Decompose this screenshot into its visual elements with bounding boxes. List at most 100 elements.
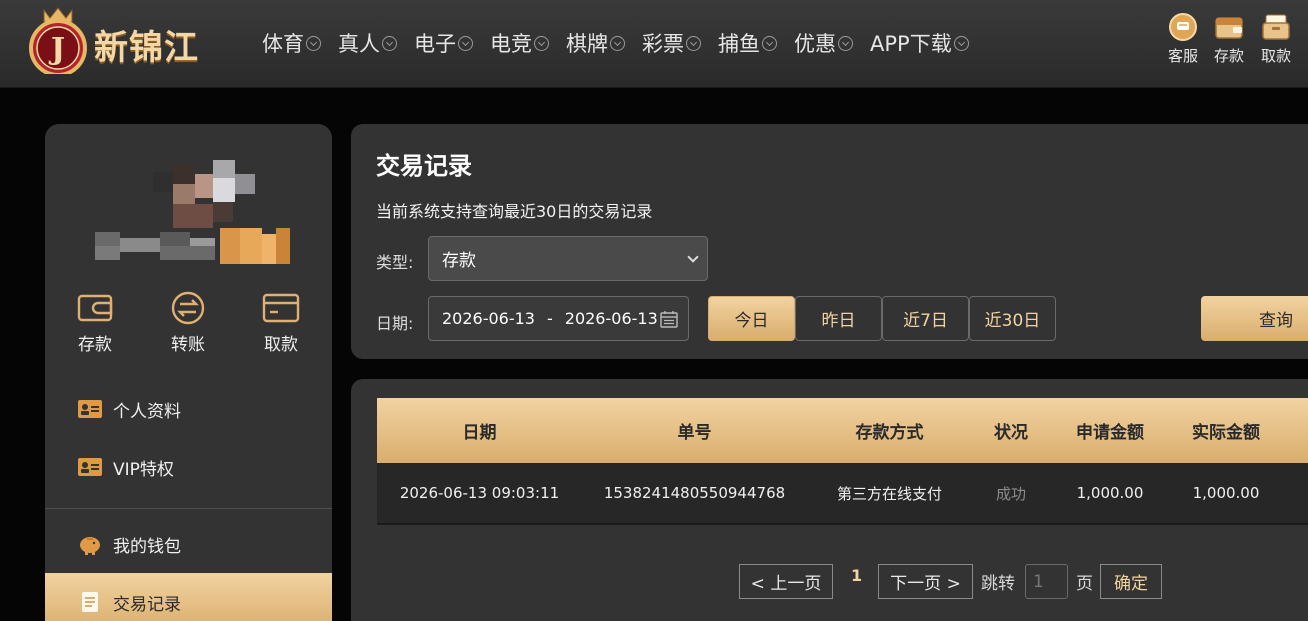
nav-label: 电竞: [490, 32, 532, 56]
chevron-down-icon: [382, 35, 397, 51]
nav-label: 体育: [262, 32, 304, 56]
sidebar-withdraw-label: 取款: [264, 335, 298, 355]
jump-label: 跳转: [981, 574, 1015, 594]
table-row: 2026-06-13 09:03:11 1538241480550944768 …: [377, 463, 1308, 525]
nav-item-promotions[interactable]: 优惠: [794, 28, 853, 58]
jump-page-input[interactable]: 1: [1025, 564, 1068, 599]
chevron-down-icon: [687, 251, 699, 263]
sidebar-item-label: 个人资料: [113, 401, 181, 422]
nav-label: 彩票: [642, 32, 684, 56]
search-button[interactable]: 查询: [1201, 296, 1308, 341]
top-header: J 新锦江 体育 真人 电子 电竞 棋牌 彩票 捕鱼 优惠 APP下载 客服 存…: [0, 0, 1308, 88]
page-title: 交易记录: [376, 152, 472, 180]
chevron-down-icon: [534, 35, 549, 51]
col-requested-header: 申请金额: [1076, 423, 1144, 443]
sidebar-item-profile[interactable]: 个人资料: [45, 380, 332, 438]
site-logo[interactable]: J 新锦江: [26, 4, 226, 74]
page-subtitle: 当前系统支持查询最近30日的交易记录: [376, 202, 653, 221]
sidebar-item-label: 交易记录: [113, 594, 181, 615]
filter-panel: 交易记录 当前系统支持查询最近30日的交易记录 类型: 存款 日期: 2026-…: [351, 124, 1308, 359]
col-actual-header: 实际金额: [1192, 423, 1260, 443]
transfer-icon: [171, 291, 205, 325]
type-label: 类型:: [376, 253, 414, 272]
id-card-icon: [78, 400, 102, 418]
cell-method: 第三方在线支付: [836, 484, 942, 503]
sidebar-transfer-button[interactable]: 转账: [148, 290, 228, 355]
sidebar-transfer-label: 转账: [171, 335, 205, 355]
col-status-header: 状况: [994, 423, 1028, 443]
nav-item-fishing[interactable]: 捕鱼: [718, 28, 777, 58]
quick-7days-button[interactable]: 近7日: [882, 296, 969, 341]
withdraw-quick-label: 取款: [1260, 47, 1291, 65]
nav-label: 棋牌: [566, 32, 608, 56]
jump-confirm-button[interactable]: 确定: [1100, 564, 1162, 599]
nav-item-slots[interactable]: 电子: [414, 28, 473, 58]
sidebar-deposit-button[interactable]: 存款: [55, 290, 135, 355]
prev-page-button[interactable]: < 上一页: [739, 564, 833, 599]
cell-requested-amount: 1,000.00: [1076, 484, 1144, 502]
quick-today-button[interactable]: 今日: [708, 296, 795, 341]
current-page[interactable]: 1: [851, 566, 862, 585]
chevron-down-icon: [686, 35, 701, 51]
table-header: 日期 单号 存款方式 状况 申请金额 实际金额: [377, 398, 1308, 463]
deposit-quick-button[interactable]: 存款: [1213, 12, 1245, 66]
sidebar-divider: [45, 508, 332, 509]
brand-name: 新锦江: [94, 28, 199, 68]
nav-item-cards[interactable]: 棋牌: [566, 28, 625, 58]
date-label: 日期:: [376, 314, 414, 333]
date-range-input[interactable]: 2026-06-13 - 2026-06-13: [428, 296, 689, 341]
col-method-header: 存款方式: [855, 423, 924, 443]
sidebar-menu: 个人资料 VIP特权 我的钱包 交易记录: [45, 380, 332, 621]
page-unit-label: 页: [1076, 574, 1093, 594]
next-page-button[interactable]: 下一页 >: [878, 564, 973, 599]
nav-label: 真人: [338, 32, 380, 56]
sidebar-item-transactions[interactable]: 交易记录: [45, 573, 332, 621]
sidebar-item-label: VIP特权: [113, 459, 174, 480]
date-separator: -: [546, 309, 553, 328]
sidebar-deposit-label: 存款: [78, 335, 112, 355]
wallet-icon: [77, 294, 113, 322]
cell-status: 成功: [995, 484, 1026, 503]
nav-item-lottery[interactable]: 彩票: [642, 28, 701, 58]
quick-yesterday-button[interactable]: 昨日: [795, 296, 882, 341]
records-panel: 日期 单号 存款方式 状况 申请金额 实际金额 2026-06-13 09:03…: [351, 379, 1308, 621]
wallet-icon: [1215, 17, 1243, 39]
date-to: 2026-06-13: [564, 309, 658, 328]
sidebar-item-label: 我的钱包: [113, 536, 181, 557]
nav-item-app-download[interactable]: APP下载: [870, 28, 969, 58]
account-sidebar: 存款 转账 取款 个人资料 VIP特权 我的钱包 交易记录: [45, 124, 332, 621]
id-card-icon: [78, 458, 102, 476]
main-nav: 体育 真人 电子 电竞 棋牌 彩票 捕鱼 优惠 APP下载: [262, 28, 986, 58]
sidebar-item-wallet[interactable]: 我的钱包: [45, 515, 332, 573]
nav-item-esports[interactable]: 电竞: [490, 28, 549, 58]
chevron-down-icon: [306, 35, 321, 51]
chevron-down-icon: [762, 35, 777, 51]
col-date-header: 日期: [462, 423, 497, 443]
nav-item-live[interactable]: 真人: [338, 28, 397, 58]
nav-label: 电子: [414, 32, 456, 56]
type-select-value: 存款: [442, 251, 476, 271]
nav-label: 优惠: [794, 32, 836, 56]
chevron-down-icon: [953, 35, 969, 51]
chevron-down-icon: [610, 35, 625, 51]
username-masked: [95, 228, 290, 264]
chat-bubble-icon: [1169, 13, 1197, 41]
cell-actual-amount: 1,000.00: [1192, 484, 1260, 502]
sidebar-withdraw-button[interactable]: 取款: [241, 290, 321, 355]
nav-item-sports[interactable]: 体育: [262, 28, 321, 58]
cell-date: 2026-06-13 09:03:11: [399, 484, 560, 502]
cash-drawer-icon: [1262, 14, 1290, 40]
withdraw-quick-button[interactable]: 取款: [1260, 12, 1292, 66]
date-from: 2026-06-13: [442, 309, 535, 328]
piggy-bank-icon: [80, 537, 100, 555]
type-select[interactable]: 存款: [428, 236, 708, 281]
col-order-header: 单号: [677, 423, 712, 443]
calendar-icon: [660, 311, 678, 328]
customer-service-label: 客服: [1167, 47, 1198, 65]
cell-order-no: 1538241480550944768: [603, 484, 786, 502]
document-icon: [82, 592, 98, 612]
deposit-quick-label: 存款: [1213, 47, 1244, 65]
sidebar-item-vip[interactable]: VIP特权: [45, 438, 332, 496]
quick-30days-button[interactable]: 近30日: [969, 296, 1056, 341]
customer-service-button[interactable]: 客服: [1167, 12, 1199, 66]
